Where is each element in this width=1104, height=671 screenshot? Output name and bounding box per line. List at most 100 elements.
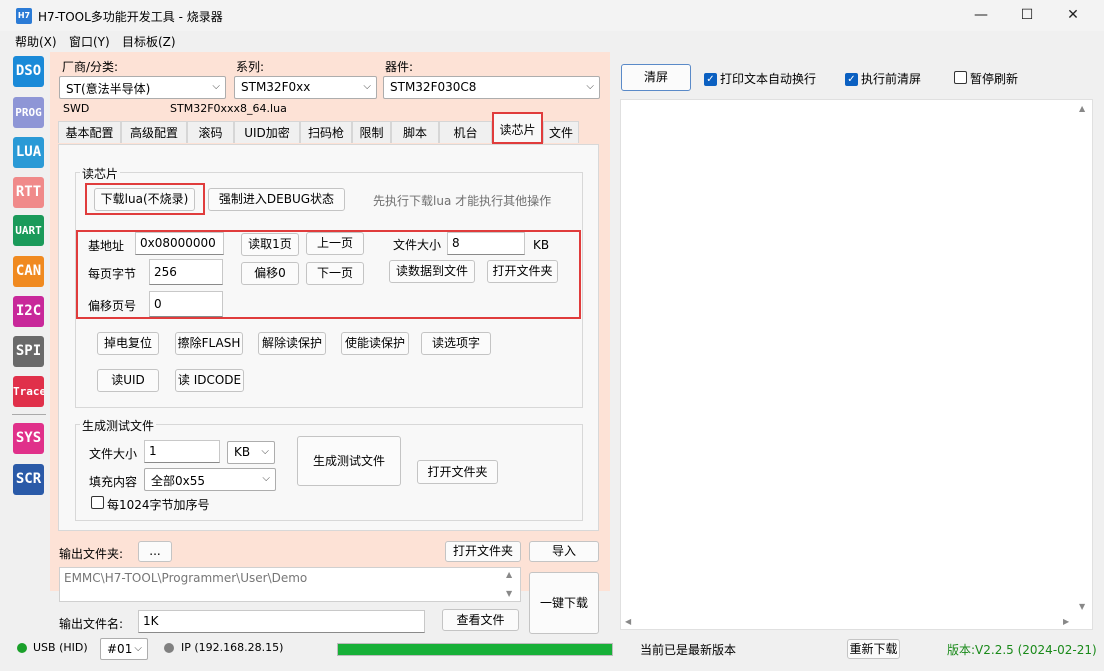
output-name-label: 输出文件名: bbox=[59, 617, 124, 631]
maximize-button[interactable]: ☐ bbox=[1004, 0, 1050, 31]
menu-window[interactable]: 窗口(Y) bbox=[69, 33, 110, 50]
scroll-right-icon[interactable]: ▶ bbox=[1063, 617, 1069, 626]
gen-test-group-title: 生成测试文件 bbox=[80, 417, 157, 434]
gen-test-button[interactable]: 生成测试文件 bbox=[297, 436, 401, 486]
tab-read-chip[interactable]: 读芯片 bbox=[492, 112, 543, 144]
tool-prog-button[interactable]: PROG bbox=[13, 97, 44, 128]
series-label: 系列: bbox=[236, 60, 265, 74]
unprotect-button[interactable]: 解除读保护 bbox=[258, 332, 326, 355]
version-message: 当前已是最新版本 bbox=[640, 643, 737, 657]
seq-checkbox[interactable] bbox=[91, 496, 104, 512]
tab-file[interactable]: 文件 bbox=[543, 121, 579, 143]
gen-size-label: 文件大小 bbox=[89, 447, 138, 461]
device-select[interactable]: STM32F030C8 ⌵ bbox=[383, 76, 600, 99]
series-select[interactable]: STM32F0xx ⌵ bbox=[234, 76, 377, 99]
view-file-button[interactable]: 查看文件 bbox=[442, 609, 519, 631]
hint-text: 先执行下载lua 才能执行其他操作 bbox=[373, 194, 552, 208]
power-reset-button[interactable]: 掉电复位 bbox=[97, 332, 159, 355]
scroll-up-icon[interactable]: ▲ bbox=[1079, 104, 1085, 113]
next-page-button[interactable]: 下一页 bbox=[306, 262, 364, 285]
ip-status-icon bbox=[164, 643, 174, 653]
scroll-up-icon[interactable]: ▲ bbox=[506, 570, 512, 579]
log-output[interactable] bbox=[620, 99, 1093, 630]
clear-screen-button[interactable]: 清屏 bbox=[621, 64, 691, 91]
tool-sys-button[interactable]: SYS bbox=[13, 423, 44, 454]
tab-scanner[interactable]: 扫码枪 bbox=[300, 121, 352, 143]
output-path-field[interactable]: EMMC\H7-TOOL\Programmer\User\Demo bbox=[59, 567, 521, 602]
minimize-button[interactable]: — bbox=[958, 0, 1004, 31]
prev-page-button[interactable]: 上一页 bbox=[306, 232, 364, 255]
checkmark-icon: ✓ bbox=[845, 73, 858, 86]
chevron-down-icon: ⌵ bbox=[212, 81, 220, 92]
file-size-label: 文件大小 bbox=[393, 238, 442, 252]
gen-open-folder-button[interactable]: 打开文件夹 bbox=[417, 460, 498, 484]
tool-lua-button[interactable]: LUA bbox=[13, 137, 44, 168]
tool-uart-button[interactable]: UART bbox=[13, 215, 44, 246]
tab-uid-encrypt[interactable]: UID加密 bbox=[234, 121, 300, 143]
read-idcode-button[interactable]: 读 IDCODE bbox=[175, 369, 244, 392]
clear-before-checkbox[interactable]: ✓ bbox=[845, 71, 858, 86]
version-text: 版本:V2.2.5 (2024-02-21) bbox=[947, 643, 1097, 657]
vendor-select[interactable]: ST(意法半导体) ⌵ bbox=[59, 76, 226, 99]
tool-i2c-button[interactable]: I2C bbox=[13, 296, 44, 327]
pause-checkbox[interactable] bbox=[954, 71, 967, 87]
fill-select[interactable]: 全部0x55 ⌵ bbox=[144, 468, 276, 491]
vendor-label: 厂商/分类: bbox=[62, 60, 119, 74]
lua-file-text: STM32F0xxx8_64.lua bbox=[170, 102, 287, 115]
tab-script[interactable]: 脚本 bbox=[391, 121, 439, 143]
browse-button[interactable]: ... bbox=[138, 541, 172, 562]
tool-can-button[interactable]: CAN bbox=[13, 256, 44, 287]
port-select[interactable]: #01 ⌵ bbox=[100, 638, 148, 660]
tab-rolling-code[interactable]: 滚码 bbox=[187, 121, 234, 143]
read-option-button[interactable]: 读选项字 bbox=[421, 332, 491, 355]
output-name-input[interactable]: 1K bbox=[138, 610, 425, 633]
checkmark-icon: ✓ bbox=[704, 73, 717, 86]
gen-size-input[interactable]: 1 bbox=[144, 440, 220, 463]
offset-zero-button[interactable]: 偏移0 bbox=[241, 262, 299, 285]
close-button[interactable]: ✕ bbox=[1050, 0, 1096, 31]
interface-text: SWD bbox=[63, 102, 90, 115]
tool-trace-button[interactable]: Trace bbox=[13, 376, 44, 407]
window-title: H7-TOOL多功能开发工具 - 烧录器 bbox=[38, 10, 223, 24]
tab-limit[interactable]: 限制 bbox=[352, 121, 391, 143]
wrap-label: 打印文本自动换行 bbox=[720, 72, 817, 86]
scroll-down-icon[interactable]: ▼ bbox=[1079, 602, 1085, 611]
read-to-file-button[interactable]: 读数据到文件 bbox=[389, 260, 475, 283]
force-debug-button[interactable]: 强制进入DEBUG状态 bbox=[208, 188, 345, 211]
tool-dso-button[interactable]: DSO bbox=[13, 56, 44, 87]
redownload-button[interactable]: 重新下载 bbox=[847, 639, 900, 659]
device-label: 器件: bbox=[385, 60, 414, 74]
checkbox-icon bbox=[91, 496, 104, 509]
base-addr-input[interactable]: 0x08000000 bbox=[135, 232, 224, 255]
fill-label: 填充内容 bbox=[89, 475, 138, 489]
offset-page-label: 偏移页号 bbox=[88, 299, 137, 313]
scroll-down-icon[interactable]: ▼ bbox=[506, 589, 512, 598]
erase-flash-button[interactable]: 擦除FLASH bbox=[175, 332, 243, 355]
one-click-download-button[interactable]: 一键下载 bbox=[529, 572, 599, 634]
tool-rtt-button[interactable]: RTT bbox=[13, 177, 44, 208]
tool-spi-button[interactable]: SPI bbox=[13, 336, 44, 367]
chevron-down-icon: ⌵ bbox=[262, 473, 270, 484]
download-lua-button[interactable]: 下载lua(不烧录) bbox=[94, 188, 195, 211]
page-bytes-label: 每页字节 bbox=[88, 267, 137, 281]
open-folder-button[interactable]: 打开文件夹 bbox=[487, 260, 558, 283]
file-size-input[interactable]: 8 bbox=[447, 232, 525, 255]
read-page-button[interactable]: 读取1页 bbox=[241, 233, 299, 256]
offset-page-input[interactable]: 0 bbox=[149, 291, 223, 317]
menu-target-board[interactable]: 目标板(Z) bbox=[122, 33, 176, 50]
tool-scr-button[interactable]: SCR bbox=[13, 464, 44, 495]
tab-basic-config[interactable]: 基本配置 bbox=[58, 121, 121, 143]
page-bytes-input[interactable]: 256 bbox=[149, 259, 223, 285]
scroll-left-icon[interactable]: ◀ bbox=[625, 617, 631, 626]
menu-help[interactable]: 帮助(X) bbox=[15, 33, 57, 50]
gen-size-unit-select[interactable]: KB ⌵ bbox=[227, 441, 275, 464]
import-button[interactable]: 导入 bbox=[529, 541, 599, 562]
tab-machine[interactable]: 机台 bbox=[439, 121, 492, 143]
read-uid-button[interactable]: 读UID bbox=[97, 369, 159, 392]
wrap-checkbox[interactable]: ✓ bbox=[704, 71, 717, 86]
protect-button[interactable]: 使能读保护 bbox=[341, 332, 409, 355]
progress-bar bbox=[337, 643, 613, 656]
tool-divider bbox=[12, 414, 46, 415]
tab-advanced-config[interactable]: 高级配置 bbox=[121, 121, 187, 143]
output-open-folder-button[interactable]: 打开文件夹 bbox=[445, 541, 521, 562]
